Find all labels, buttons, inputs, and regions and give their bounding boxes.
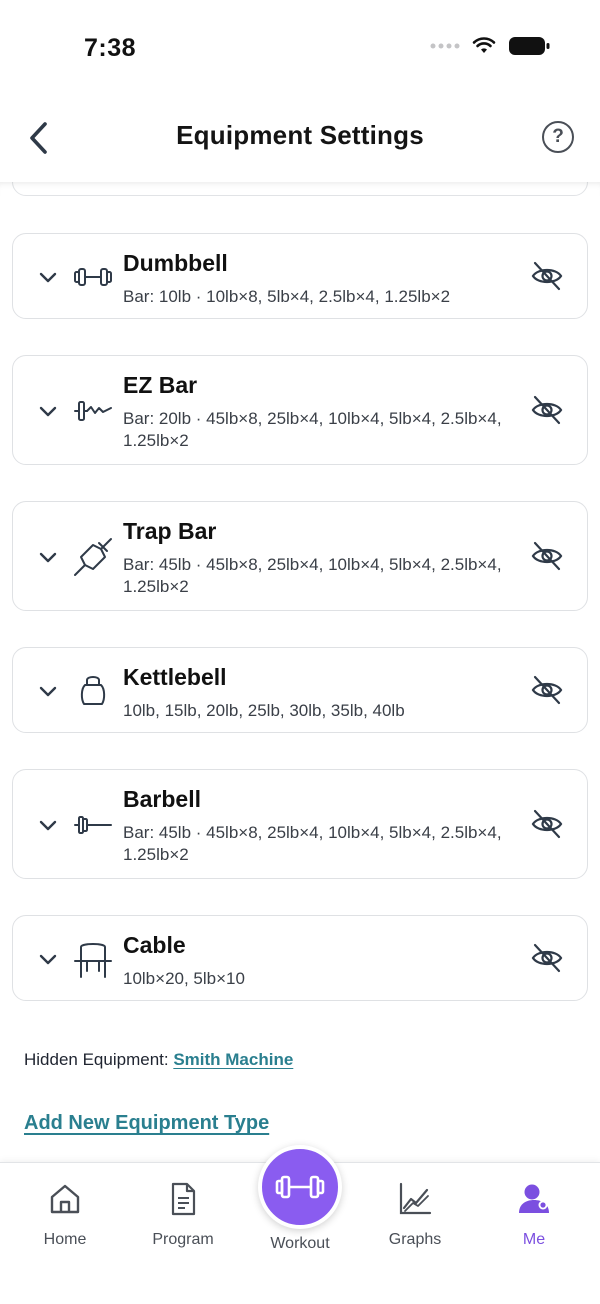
equipment-card-trap-bar[interactable]: Trap Bar Bar: 45lb · 45lb×8, 25lb×4, 10l… — [12, 501, 588, 611]
chevron-down-icon — [39, 552, 57, 563]
barbell-icon — [74, 816, 112, 834]
tab-label: Program — [152, 1231, 214, 1248]
eye-off-icon[interactable] — [529, 940, 565, 976]
signal-icon — [430, 43, 460, 49]
nav-header: Equipment Settings ? — [0, 96, 600, 182]
equipment-detail: Bar: 45lb · 45lb×8, 25lb×4, 10lb×4, 5lb×… — [123, 555, 502, 596]
tab-bar: Home Program Workout Graphs Me — [0, 1145, 600, 1304]
equipment-name: Cable — [123, 932, 186, 958]
equipment-detail: Bar: 20lb · 45lb×8, 25lb×4, 10lb×4, 5lb×… — [123, 409, 502, 450]
tab-home[interactable]: Home — [15, 1181, 115, 1249]
tab-label: Home — [43, 1231, 87, 1248]
dumbbell-icon — [74, 268, 112, 286]
home-icon — [50, 1184, 80, 1214]
equipment-card-cable[interactable]: Cable 10lb×20, 5lb×10 — [12, 915, 588, 1001]
equipment-detail: 10lb×20, 5lb×10 — [123, 969, 245, 988]
trap-bar-icon — [74, 538, 112, 576]
workout-button[interactable] — [258, 1145, 342, 1229]
eye-off-icon[interactable] — [529, 258, 565, 294]
chart-icon — [399, 1182, 432, 1215]
equipment-detail: Bar: 10lb · 10lb×8, 5lb×4, 2.5lb×4, 1.25… — [123, 287, 451, 306]
chevron-down-icon — [39, 686, 57, 697]
equipment-name: Kettlebell — [123, 664, 227, 690]
wifi-icon — [472, 37, 496, 53]
hidden-equipment-link-smith-machine[interactable]: Smith Machine — [173, 1050, 293, 1069]
equipment-name: EZ Bar — [123, 372, 198, 398]
eye-off-icon[interactable] — [529, 538, 565, 574]
equipment-card-barbell[interactable]: Barbell Bar: 45lb · 45lb×8, 25lb×4, 10lb… — [12, 769, 588, 879]
ez-bar-icon — [74, 401, 112, 421]
equipment-name: Barbell — [123, 786, 201, 812]
tab-graphs[interactable]: Graphs — [365, 1181, 465, 1249]
chevron-down-icon — [39, 272, 57, 283]
add-equipment-type-link[interactable]: Add New Equipment Type — [24, 1112, 269, 1135]
page-title: Equipment Settings — [176, 120, 424, 150]
battery-icon — [509, 37, 550, 55]
eye-off-icon[interactable] — [529, 392, 565, 428]
previous-card-edge — [12, 182, 588, 196]
dumbbell-icon — [275, 1175, 325, 1199]
cable-icon — [74, 943, 112, 978]
tab-workout-label[interactable]: Workout — [250, 1235, 350, 1253]
equipment-card-dumbbell[interactable]: Dumbbell Bar: 10lb · 10lb×8, 5lb×4, 2.5l… — [12, 233, 588, 319]
equipment-name: Dumbbell — [123, 250, 228, 276]
chevron-down-icon — [39, 406, 57, 417]
status-bar: 7:38 — [0, 0, 600, 96]
chevron-down-icon — [39, 954, 57, 965]
chevron-down-icon — [39, 820, 57, 831]
help-button[interactable]: ? — [542, 121, 574, 153]
tab-me[interactable]: Me — [484, 1181, 584, 1249]
profile-icon — [519, 1184, 549, 1213]
tab-label: Me — [522, 1231, 546, 1248]
equipment-detail: Bar: 45lb · 45lb×8, 25lb×4, 10lb×4, 5lb×… — [123, 823, 502, 864]
status-icons — [430, 36, 550, 56]
kettlebell-icon — [80, 676, 106, 705]
equipment-detail: 10lb, 15lb, 20lb, 25lb, 30lb, 35lb, 40lb — [123, 701, 405, 720]
equipment-list[interactable]: Dumbbell Bar: 10lb · 10lb×8, 5lb×4, 2.5l… — [0, 182, 600, 1162]
status-time: 7:38 — [84, 34, 137, 62]
document-icon — [171, 1182, 196, 1216]
equipment-card-kettlebell[interactable]: Kettlebell 10lb, 15lb, 20lb, 25lb, 30lb,… — [12, 647, 588, 733]
hidden-equipment-row: Hidden Equipment: Smith Machine — [24, 1050, 293, 1070]
hidden-equipment-label: Hidden Equipment: — [24, 1050, 174, 1069]
tab-program[interactable]: Program — [133, 1181, 233, 1249]
eye-off-icon[interactable] — [529, 806, 565, 842]
tab-label: Graphs — [388, 1231, 442, 1248]
equipment-name: Trap Bar — [123, 518, 217, 544]
equipment-card-ez-bar[interactable]: EZ Bar Bar: 20lb · 45lb×8, 25lb×4, 10lb×… — [12, 355, 588, 465]
eye-off-icon[interactable] — [529, 672, 565, 708]
